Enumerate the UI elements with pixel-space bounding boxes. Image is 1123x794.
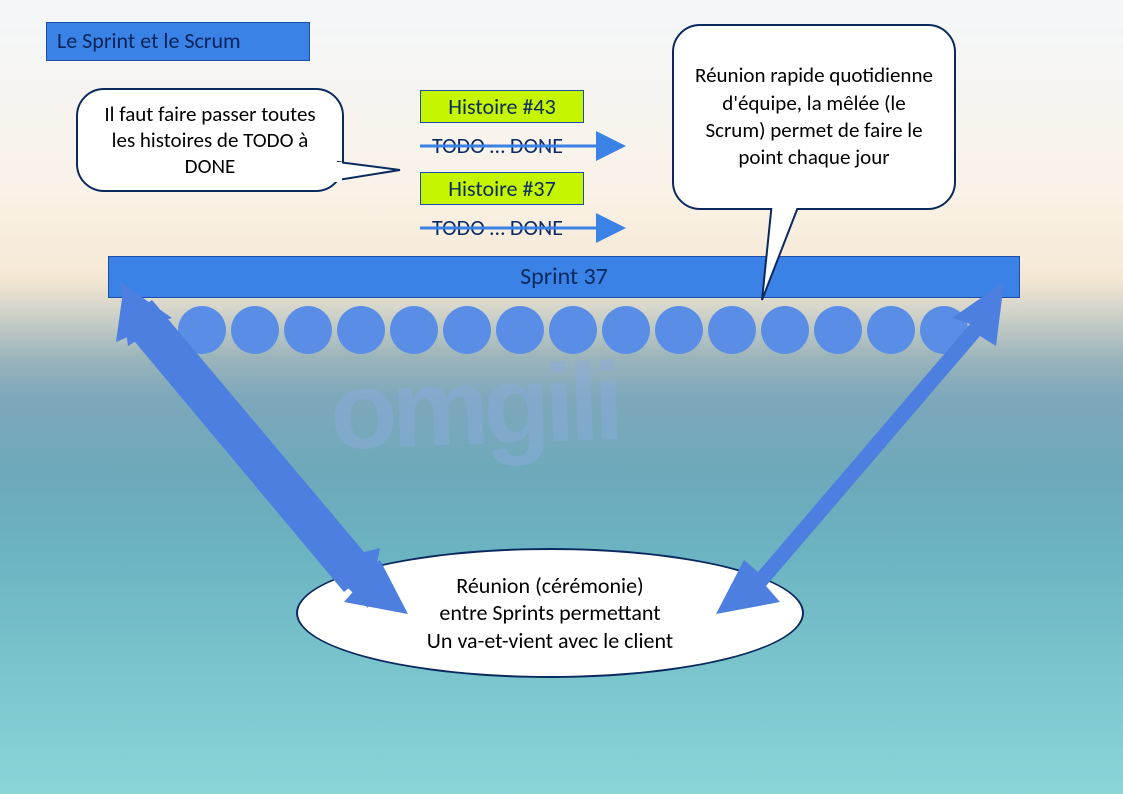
sprint-dot <box>549 306 597 354</box>
story-card-37: Histoire #37 <box>420 172 584 205</box>
sprint-bar: Sprint 37 <box>108 256 1020 298</box>
ceremony-line-1: Réunion (cérémonie) <box>456 572 643 600</box>
sprint-dot <box>708 306 756 354</box>
todo-done-label-1: TODO … DONE <box>432 132 563 159</box>
sprint-dot <box>284 306 332 354</box>
ceremony-ellipse: Réunion (cérémonie) entre Sprints permet… <box>296 548 804 678</box>
ceremony-line-2: entre Sprints permettant <box>439 599 660 627</box>
sprint-dot <box>178 306 226 354</box>
sprint-dot <box>231 306 279 354</box>
sprint-dot <box>443 306 491 354</box>
sprint-dot <box>602 306 650 354</box>
speech-bubble-right: Réunion rapide quotidienne d'équipe, la … <box>672 24 956 210</box>
todo-done-label-2: TODO … DONE <box>432 214 563 241</box>
sprint-dot <box>814 306 862 354</box>
ceremony-line-3: Un va-et-vient avec le client <box>427 627 673 655</box>
sprint-dots-row <box>178 306 968 354</box>
diagram-stage: omgili Le Sprint et le Scrum Il faut fai… <box>0 0 1123 794</box>
speech-bubble-left: Il faut faire passer toutes les histoire… <box>76 88 344 192</box>
sprint-dot <box>337 306 385 354</box>
sprint-dot <box>920 306 968 354</box>
sprint-dot <box>761 306 809 354</box>
sprint-dot <box>496 306 544 354</box>
sprint-dot <box>390 306 438 354</box>
title-box: Le Sprint et le Scrum <box>46 22 310 61</box>
sprint-dot <box>867 306 915 354</box>
story-card-43: Histoire #43 <box>420 90 584 123</box>
bubble-left-tail <box>338 162 400 180</box>
sprint-dot <box>655 306 703 354</box>
